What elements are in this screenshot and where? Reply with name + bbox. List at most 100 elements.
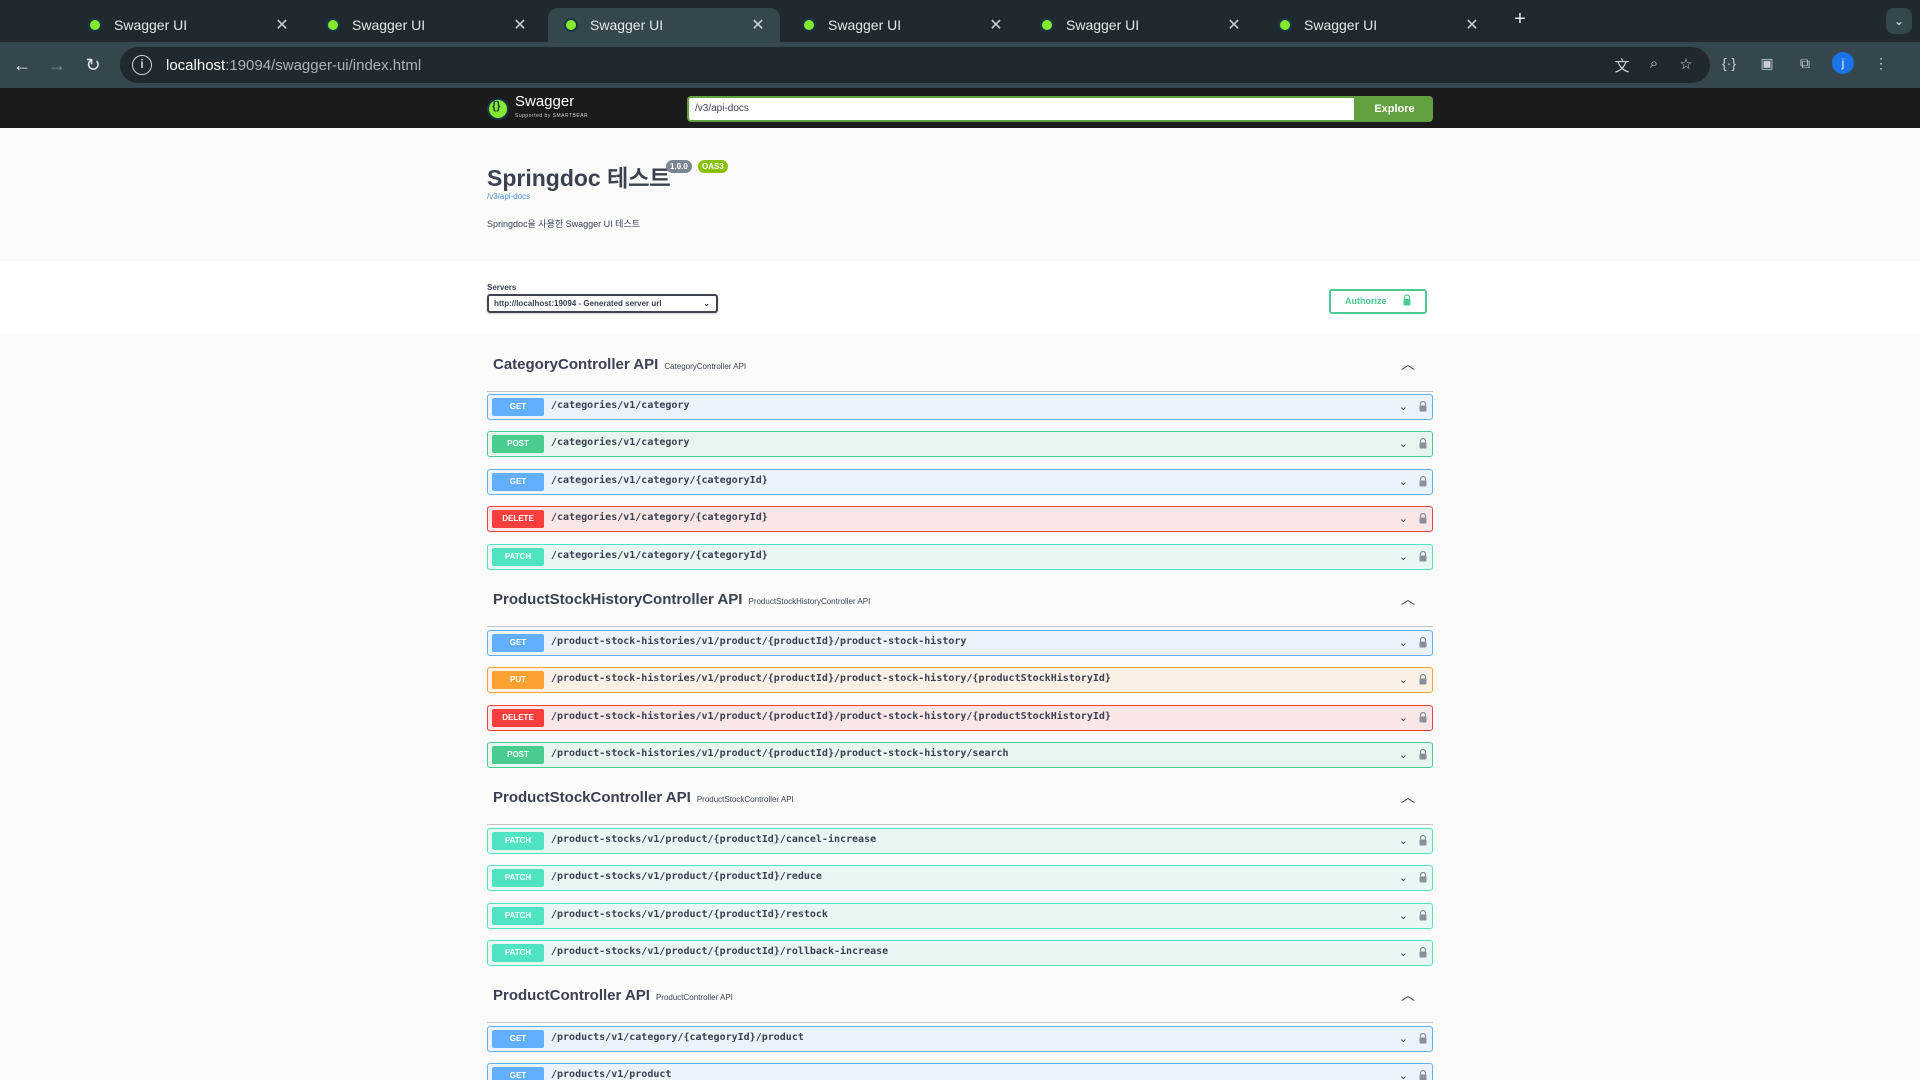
api-description: Springdoc을 사용한 Swagger UI 테스트 [487,219,641,229]
operation-row[interactable]: DELETE/product-stock-histories/v1/produc… [487,705,1433,731]
operation-row[interactable]: PATCH/categories/v1/category/{categoryId… [487,544,1433,570]
chevron-down-icon[interactable]: ⌄ [1399,834,1408,847]
chevron-up-icon[interactable]: ︿ [1401,589,1415,609]
lock-icon[interactable] [1419,476,1427,487]
lock-icon[interactable] [1419,637,1427,648]
back-arrow-icon[interactable]: ← [8,51,36,79]
browser-tab[interactable]: Swagger UI ✕ [72,8,304,42]
chevron-down-icon[interactable]: ⌄ [1399,636,1408,649]
authorize-button[interactable]: Authorize [1329,289,1427,314]
chevron-down-icon[interactable]: ⌄ [1399,1032,1408,1045]
http-method-badge: PATCH [492,907,544,925]
lock-icon[interactable] [1419,872,1427,883]
tag-header[interactable]: ProductController API ProductController A… [487,965,1433,1023]
reload-icon[interactable]: ↻ [79,51,107,79]
tag-header[interactable]: ProductStockHistoryController API Product… [487,569,1433,627]
operation-path: /categories/v1/category [551,400,690,411]
tag-header[interactable]: CategoryController API CategoryController… [487,334,1433,392]
chevron-down-icon[interactable]: ⌄ [1399,475,1408,488]
operation-row[interactable]: DELETE/categories/v1/category/{categoryI… [487,506,1433,532]
lock-icon[interactable] [1419,947,1427,958]
new-tab-icon[interactable]: + [1508,8,1532,32]
http-method-badge: GET [492,398,544,416]
extensions-puzzle-icon[interactable]: ⧉ [1794,52,1816,74]
lock-icon[interactable] [1419,674,1427,685]
bookmark-star-icon[interactable]: ☆ [1676,55,1696,76]
address-bar[interactable]: i localhost:19094/swagger-ui/index.html … [120,47,1710,83]
close-icon[interactable]: ✕ [272,15,292,35]
chevron-down-icon[interactable]: ⌄ [1399,871,1408,884]
lock-icon[interactable] [1419,551,1427,562]
close-icon[interactable]: ✕ [1224,15,1244,35]
menu-kebab-icon[interactable]: ⋮ [1870,52,1892,74]
swagger-topbar: Swagger Supported by SMARTBEAR /v3/api-d… [0,88,1920,128]
chevron-down-icon[interactable]: ⌄ [1399,711,1408,724]
http-method-badge: PATCH [492,944,544,962]
chevron-down-icon[interactable]: ⌄ [1399,673,1408,686]
chevron-up-icon[interactable]: ︿ [1401,354,1415,374]
lock-icon[interactable] [1419,910,1427,921]
servers-select[interactable]: http://localhost:19094 - Generated serve… [487,294,718,313]
http-method-badge: POST [492,746,544,764]
lock-icon[interactable] [1419,712,1427,723]
close-icon[interactable]: ✕ [1462,15,1482,35]
profile-avatar[interactable]: j [1832,52,1854,74]
api-docs-link[interactable]: /v3/api-docs [487,192,530,201]
logo-subtext: Supported by SMARTBEAR [515,113,589,119]
close-icon[interactable]: ✕ [986,15,1006,35]
chevron-up-icon[interactable]: ︿ [1401,985,1415,1005]
operation-row[interactable]: GET/categories/v1/category/{categoryId} ⌄ [487,469,1433,495]
chevron-up-icon[interactable]: ︿ [1401,787,1415,807]
browser-tab[interactable]: Swagger UI ✕ [1262,8,1494,42]
operation-row[interactable]: PUT/product-stock-histories/v1/product/{… [487,667,1433,693]
lock-icon[interactable] [1419,401,1427,412]
operation-row[interactable]: PATCH/product-stocks/v1/product/{product… [487,828,1433,854]
explore-button[interactable]: Explore [1356,96,1433,122]
operation-row[interactable]: PATCH/product-stocks/v1/product/{product… [487,940,1433,966]
spec-url-input[interactable]: /v3/api-docs [687,96,1356,122]
tab-title: Swagger UI [828,17,902,33]
lock-icon[interactable] [1419,1070,1427,1080]
operation-row[interactable]: GET/product-stock-histories/v1/product/{… [487,630,1433,656]
zoom-icon[interactable]: ⌕ [1644,55,1664,76]
tab-search-icon[interactable]: ⌄ [1886,8,1912,34]
lock-icon[interactable] [1419,1033,1427,1044]
operation-row[interactable]: POST/categories/v1/category ⌄ [487,431,1433,457]
browser-tab[interactable]: Swagger UI ✕ [786,8,1018,42]
lock-icon[interactable] [1419,835,1427,846]
chevron-down-icon[interactable]: ⌄ [1399,909,1408,922]
browser-tab[interactable]: Swagger UI ✕ [310,8,542,42]
chevron-down-icon[interactable]: ⌄ [1399,1069,1408,1080]
lock-icon[interactable] [1419,438,1427,449]
forward-arrow-icon[interactable]: → [43,51,71,79]
operation-row[interactable]: PATCH/product-stocks/v1/product/{product… [487,903,1433,929]
operation-row[interactable]: GET/products/v1/category/{categoryId}/pr… [487,1026,1433,1052]
chevron-down-icon[interactable]: ⌄ [1399,400,1408,413]
close-icon[interactable]: ✕ [748,15,768,35]
chevron-down-icon[interactable]: ⌄ [1399,748,1408,761]
operation-row[interactable]: GET/categories/v1/category ⌄ [487,394,1433,420]
chevron-down-icon[interactable]: ⌄ [1399,550,1408,563]
operation-row[interactable]: GET/products/v1/product ⌄ [487,1063,1433,1080]
chevron-down-icon[interactable]: ⌄ [1399,946,1408,959]
lock-icon[interactable] [1419,513,1427,524]
operation-row[interactable]: POST/product-stock-histories/v1/product/… [487,742,1433,768]
lock-icon[interactable] [1419,749,1427,760]
close-icon[interactable]: ✕ [510,15,530,35]
translate-icon[interactable]: 文 [1612,55,1632,76]
chevron-down-icon[interactable]: ⌄ [1399,437,1408,450]
operation-path: /product-stocks/v1/product/{productId}/r… [551,909,828,920]
site-info-icon[interactable]: i [132,55,152,75]
browser-tab-active[interactable]: Swagger UI ✕ [548,8,780,42]
tag-header[interactable]: ProductStockController API ProductStockCo… [487,767,1433,825]
extension-json-icon[interactable]: {·} [1718,52,1740,74]
operation-path: /product-stocks/v1/product/{productId}/c… [551,834,877,845]
chevron-down-icon[interactable]: ⌄ [1399,512,1408,525]
tag-name: ProductStockHistoryController API Product… [493,591,871,608]
http-method-badge: PATCH [492,548,544,566]
operation-row[interactable]: PATCH/product-stocks/v1/product/{product… [487,865,1433,891]
extension-square-icon[interactable]: ▣ [1756,52,1778,74]
lock-icon [1403,294,1411,306]
swagger-logo[interactable]: Swagger Supported by SMARTBEAR [487,94,589,123]
browser-tab[interactable]: Swagger UI ✕ [1024,8,1256,42]
